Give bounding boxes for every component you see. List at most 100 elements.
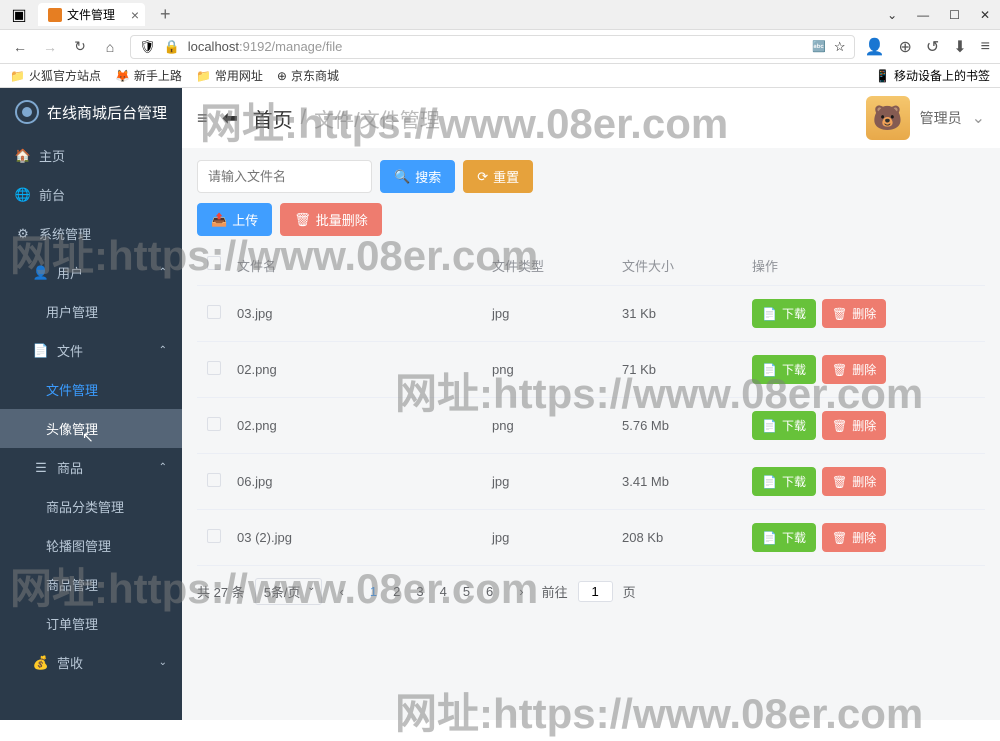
sidebar-item-file-mgmt[interactable]: 文件管理 xyxy=(0,370,182,409)
page-size-select[interactable]: 5条/页 ⌄ xyxy=(255,578,322,605)
cell-filename: 03 (2).jpg xyxy=(237,530,492,545)
browser-nav-bar: ← → ↻ ⌂ 🛡 🔒 localhost:9192/manage/file 🔤… xyxy=(0,30,1000,64)
downloads-icon[interactable]: ⬇ xyxy=(953,37,966,57)
search-input[interactable] xyxy=(197,160,372,193)
col-header-op: 操作 xyxy=(752,256,985,275)
translate-icon[interactable]: 🔤 xyxy=(812,40,826,53)
cell-filesize: 208 Kb xyxy=(622,530,752,545)
download-icon: 📄 xyxy=(762,419,777,433)
sidebar-item-revenue[interactable]: 💰营收⌄ xyxy=(0,643,182,682)
chevron-up-icon: ⌃ xyxy=(159,345,167,356)
cell-filesize: 3.41 Mb xyxy=(622,474,752,489)
select-all-checkbox[interactable] xyxy=(207,256,221,270)
delete-button[interactable]: 🗑删除 xyxy=(822,467,886,496)
batch-delete-button[interactable]: 🗑批量删除 xyxy=(280,203,382,236)
app-title: 在线商城后台管理 xyxy=(47,102,167,123)
breadcrumb-home[interactable]: 首页 xyxy=(253,104,293,133)
chevron-down-icon[interactable]: ⌄ xyxy=(972,108,985,128)
cell-filename: 02.png xyxy=(237,418,492,433)
lock-icon: 🔒 xyxy=(164,39,180,55)
col-header-name: 文件名 xyxy=(237,256,492,275)
sidebar-item-carousel-mgmt[interactable]: 轮播图管理 xyxy=(0,526,182,565)
maximize-icon[interactable]: ☐ xyxy=(949,8,960,22)
menu-icon[interactable]: ≡ xyxy=(981,38,990,56)
collapse-sidebar-icon[interactable]: ≡ xyxy=(197,108,208,129)
sidebar-item-category-mgmt[interactable]: 商品分类管理 xyxy=(0,487,182,526)
url-bar[interactable]: 🛡 🔒 localhost:9192/manage/file 🔤 ☆ xyxy=(130,35,855,59)
bookmark-star-icon[interactable]: ☆ xyxy=(834,39,846,55)
row-checkbox[interactable] xyxy=(207,361,221,375)
history-icon[interactable]: ↺ xyxy=(926,37,939,57)
delete-button[interactable]: 🗑删除 xyxy=(822,299,886,328)
trash-icon: 🗑 xyxy=(832,531,847,545)
page-number[interactable]: 4 xyxy=(432,584,455,599)
download-button[interactable]: 📄下载 xyxy=(752,299,816,328)
house-icon: 🏠 xyxy=(15,148,31,164)
close-tab-icon[interactable]: × xyxy=(131,7,139,23)
list-icon: ☰ xyxy=(33,460,49,476)
sidebar-item-file[interactable]: 📄文件⌃ xyxy=(0,331,182,370)
download-button[interactable]: 📄下载 xyxy=(752,355,816,384)
delete-button[interactable]: 🗑删除 xyxy=(822,355,886,384)
tab-title: 文件管理 xyxy=(67,6,115,23)
money-icon: 💰 xyxy=(33,655,49,671)
page-number[interactable]: 3 xyxy=(408,584,431,599)
bookmark-item[interactable]: 📁 火狐官方站点 xyxy=(10,67,101,84)
close-window-icon[interactable]: ✕ xyxy=(980,8,990,22)
sidebar-item-order-mgmt[interactable]: 订单管理 xyxy=(0,604,182,643)
cell-filename: 02.png xyxy=(237,362,492,377)
avatar[interactable]: 🐻 xyxy=(866,96,910,140)
download-icon: 📄 xyxy=(762,363,777,377)
sidebar-item-user[interactable]: 👤用户⌃ xyxy=(0,253,182,292)
cell-filename: 06.jpg xyxy=(237,474,492,489)
download-button[interactable]: 📄下载 xyxy=(752,411,816,440)
trash-icon: 🗑 xyxy=(832,475,847,489)
page-number[interactable]: 1 xyxy=(362,584,385,599)
delete-button[interactable]: 🗑删除 xyxy=(822,523,886,552)
sidebar-item-home[interactable]: 🏠主页 xyxy=(0,136,182,175)
sidebar-item-avatar-mgmt[interactable]: 头像管理↖ xyxy=(0,409,182,448)
sidebar-item-frontend[interactable]: 🌐前台 xyxy=(0,175,182,214)
row-checkbox[interactable] xyxy=(207,417,221,431)
cell-filesize: 71 Kb xyxy=(622,362,752,377)
download-button[interactable]: 📄下载 xyxy=(752,523,816,552)
bookmark-item[interactable]: 🦊 新手上路 xyxy=(115,67,182,84)
row-checkbox[interactable] xyxy=(207,473,221,487)
delete-button[interactable]: 🗑删除 xyxy=(822,411,886,440)
dropdown-icon[interactable]: ⌄ xyxy=(887,8,897,22)
sidebar-item-system[interactable]: ⚙系统管理 xyxy=(0,214,182,253)
new-tab-button[interactable]: + xyxy=(155,4,176,25)
sidebar-toggle-icon[interactable]: ▣ xyxy=(10,6,28,24)
page-number[interactable]: 2 xyxy=(385,584,408,599)
search-button[interactable]: 🔍搜索 xyxy=(380,160,455,193)
sidebar-item-product[interactable]: ☰商品⌃ xyxy=(0,448,182,487)
chevron-down-icon: ⌄ xyxy=(159,657,167,668)
download-button[interactable]: 📄下载 xyxy=(752,467,816,496)
upload-button[interactable]: 📤上传 xyxy=(197,203,272,236)
download-icon: 📄 xyxy=(762,531,777,545)
trash-icon: 🗑 xyxy=(832,419,847,433)
bookmark-item[interactable]: ⊕ 京东商城 xyxy=(277,67,339,84)
page-number[interactable]: 6 xyxy=(478,584,501,599)
back-icon[interactable]: ← xyxy=(10,37,30,57)
back-arrow-icon[interactable]: ⬅ xyxy=(223,108,238,129)
prev-page-icon[interactable]: ‹ xyxy=(332,584,352,599)
home-icon[interactable]: ⌂ xyxy=(100,37,120,57)
mobile-bookmarks[interactable]: 📱 移动设备上的书签 xyxy=(875,67,990,84)
reset-button[interactable]: ⟳重置 xyxy=(463,160,533,193)
sidebar-item-product-mgmt[interactable]: 商品管理 xyxy=(0,565,182,604)
bookmark-item[interactable]: 📁 常用网址 xyxy=(196,67,263,84)
browser-tab[interactable]: 文件管理 × xyxy=(38,3,145,26)
page-number[interactable]: 5 xyxy=(455,584,478,599)
sidebar-item-user-mgmt[interactable]: 用户管理 xyxy=(0,292,182,331)
account-icon[interactable]: 👤 xyxy=(865,37,885,57)
extensions-icon[interactable]: ⊕ xyxy=(898,37,911,57)
forward-icon[interactable]: → xyxy=(40,37,60,57)
goto-page-input[interactable] xyxy=(578,581,613,602)
bookmarks-bar: 📁 火狐官方站点 🦊 新手上路 📁 常用网址 ⊕ 京东商城 📱 移动设备上的书签 xyxy=(0,64,1000,88)
refresh-icon[interactable]: ↻ xyxy=(70,37,90,57)
next-page-icon[interactable]: › xyxy=(511,584,531,599)
row-checkbox[interactable] xyxy=(207,529,221,543)
minimize-icon[interactable]: — xyxy=(917,8,929,22)
row-checkbox[interactable] xyxy=(207,305,221,319)
